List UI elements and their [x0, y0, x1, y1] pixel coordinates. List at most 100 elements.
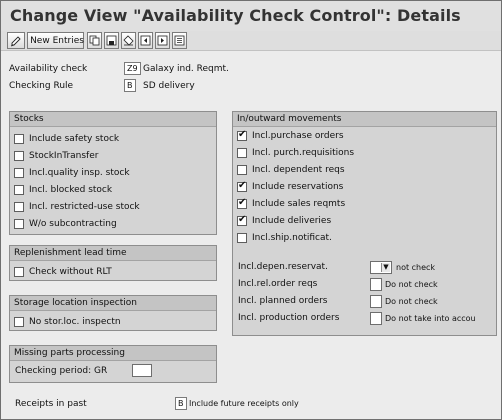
availability-check-field[interactable]: Z9 [124, 62, 141, 75]
sap-window: Change View "Availability Check Control"… [0, 0, 502, 420]
replenishment-option-label: Check without RLT [29, 266, 112, 277]
stocks-option-label: Incl. restricted-use stock [29, 201, 140, 212]
stocks-option-checkbox[interactable] [14, 201, 24, 212]
receipts-in-past-field[interactable]: B [175, 397, 187, 410]
movement-select-field[interactable] [370, 312, 382, 325]
movement-option-row[interactable]: ✔ Include sales reqmts [237, 197, 345, 210]
stocks-option-label: Incl. blocked stock [29, 184, 113, 195]
movement-option-label: Incl. dependent reqs [252, 164, 345, 175]
checking-rule-field[interactable]: B [124, 79, 136, 92]
stocks-option-row[interactable]: Include safety stock [14, 132, 119, 145]
movement-option-row[interactable]: ✔ Include reservations [237, 180, 343, 193]
movement-option-label: Incl.ship.notificat. [252, 232, 332, 243]
stocks-option-checkbox[interactable] [14, 133, 24, 144]
stocks-group: Stocks Include safety stock StockInTransf… [9, 111, 217, 235]
availability-check-label: Availability check [9, 64, 88, 74]
delete-button[interactable] [121, 32, 136, 49]
checkmark-icon: ✔ [238, 128, 247, 140]
dropdown-arrow-icon[interactable]: ▼ [381, 263, 390, 272]
movement-select-label: Incl.depen.reservat. [238, 262, 328, 272]
storage-option-checkbox[interactable] [14, 316, 24, 327]
previous-entry-icon [140, 35, 151, 46]
movement-option-row[interactable]: Incl. purch.requisitions [237, 146, 354, 159]
movement-option-checkbox[interactable]: ✔ [237, 196, 247, 209]
missing-parts-group-title: Missing parts processing [10, 346, 216, 361]
stocks-option-row[interactable]: Incl. blocked stock [14, 183, 112, 196]
stocks-option-row[interactable]: Incl. restricted-use stock [14, 200, 140, 213]
missing-parts-group: Missing parts processing Checking period… [9, 345, 217, 383]
stocks-option-row[interactable]: Incl.quality insp. stock [14, 166, 130, 179]
movement-select-field[interactable] [370, 295, 382, 308]
checking-period-label: Checking period: GR [15, 366, 108, 376]
checking-rule-label: Checking Rule [9, 81, 74, 91]
checking-rule-description: SD delivery [143, 81, 195, 91]
movement-select-value-text: not check [396, 263, 436, 272]
variable-list-button[interactable] [172, 32, 187, 49]
movement-option-checkbox[interactable] [237, 164, 247, 175]
previous-entry-button[interactable] [138, 32, 153, 49]
variable-list-icon [174, 35, 185, 46]
copy-button[interactable] [87, 32, 102, 49]
movement-option-label: Incl. purch.requisitions [252, 147, 355, 158]
stocks-option-checkbox[interactable] [14, 184, 24, 195]
movement-option-checkbox[interactable]: ✔ [237, 128, 247, 141]
movement-option-label: Incl.purchase orders [252, 130, 344, 141]
movement-option-checkbox[interactable] [237, 232, 247, 243]
storage-option-label: No stor.loc. inspectn [29, 316, 121, 327]
storage-option-row[interactable]: No stor.loc. inspectn [14, 315, 121, 328]
change-display-button[interactable] [7, 32, 25, 49]
next-entry-icon [157, 35, 168, 46]
movement-option-row[interactable]: ✔ Incl.purchase orders [237, 129, 344, 142]
checkmark-icon: ✔ [238, 179, 247, 191]
save-button[interactable] [104, 32, 119, 49]
movement-option-checkbox[interactable] [237, 147, 247, 158]
stocks-option-checkbox[interactable] [14, 218, 24, 229]
movement-select-field[interactable]: ▼ [370, 261, 392, 274]
replenishment-option-row[interactable]: Check without RLT [14, 265, 112, 278]
storage-inspection-group-title: Storage location inspection [10, 296, 216, 311]
movement-option-checkbox[interactable]: ✔ [237, 213, 247, 226]
receipts-in-past-label: Receipts in past [15, 399, 87, 409]
movement-option-label: Include reservations [252, 181, 344, 192]
stocks-option-checkbox[interactable] [14, 150, 24, 161]
delete-icon [123, 35, 134, 46]
movement-select-label: Incl. production orders [238, 313, 340, 323]
movement-option-checkbox[interactable]: ✔ [237, 179, 247, 192]
availability-check-description: Galaxy ind. Reqmt. [143, 64, 229, 74]
movement-option-row[interactable]: ✔ Include deliveries [237, 214, 331, 227]
storage-inspection-group: Storage location inspection No stor.loc.… [9, 295, 217, 331]
stocks-group-title: Stocks [10, 112, 216, 127]
replenishment-group-title: Replenishment lead time [10, 246, 216, 261]
movement-select-label: Incl. planned orders [238, 296, 328, 306]
movement-option-row[interactable]: Incl.ship.notificat. [237, 231, 332, 244]
movements-group-title: In/outward movements [233, 112, 496, 127]
copy-icon [89, 35, 100, 46]
movements-group: In/outward movements ✔ Incl.purchase orde… [232, 111, 497, 336]
stocks-option-label: StockInTransfer [29, 150, 99, 161]
stocks-option-row[interactable]: StockInTransfer [14, 149, 98, 162]
movement-option-label: Include sales reqmts [252, 198, 346, 209]
replenishment-option-checkbox[interactable] [14, 266, 24, 277]
page-title: Change View "Availability Check Control"… [1, 1, 501, 31]
movement-select-value-text: Do not check [385, 297, 438, 306]
checkmark-icon: ✔ [238, 213, 247, 225]
stocks-option-label: W/o subcontracting [29, 218, 117, 229]
movement-select-value-text: Do not take into accou [385, 314, 476, 323]
checkmark-icon: ✔ [238, 196, 247, 208]
receipts-in-past-description: Include future receipts only [189, 399, 299, 408]
next-entry-button[interactable] [155, 32, 170, 49]
stocks-option-label: Incl.quality insp. stock [29, 167, 130, 178]
stocks-option-row[interactable]: W/o subcontracting [14, 217, 117, 230]
checking-period-field[interactable] [132, 364, 152, 377]
application-toolbar: New Entries [1, 31, 501, 51]
movement-option-row[interactable]: Incl. dependent reqs [237, 163, 345, 176]
movement-select-value-text: Do not check [385, 280, 438, 289]
stocks-option-checkbox[interactable] [14, 167, 24, 178]
new-entries-label: New Entries [30, 35, 84, 46]
movement-select-label: Incl.rel.order reqs [238, 279, 318, 289]
stocks-option-label: Include safety stock [29, 133, 120, 144]
movement-option-label: Include deliveries [252, 215, 332, 226]
new-entries-button[interactable]: New Entries [27, 32, 84, 49]
replenishment-group: Replenishment lead time Check without RL… [9, 245, 217, 281]
movement-select-field[interactable] [370, 278, 382, 291]
